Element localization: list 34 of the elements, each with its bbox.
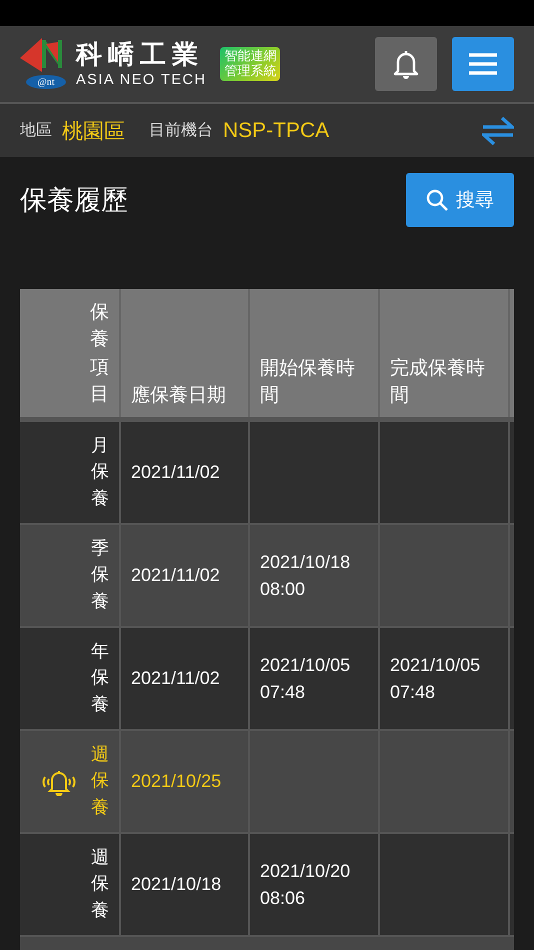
table-cell: 週保養: [20, 834, 121, 935]
table-cell: 2021/10/05 07:48: [250, 628, 380, 729]
system-badge: 智能連網 管理系統: [220, 47, 280, 81]
table-cell: 月保養: [20, 422, 121, 523]
table-cell: 2021/10/05 07:48: [380, 628, 510, 729]
machine-value: NSP-TPCA: [223, 118, 330, 142]
brand-name: 科嶠工業: [76, 40, 205, 70]
notification-button[interactable]: [375, 37, 437, 91]
menu-icon: [468, 52, 498, 76]
page-title: 保養履歷: [20, 184, 128, 218]
region-label: 地區: [20, 120, 52, 141]
menu-button[interactable]: [452, 37, 514, 91]
table-cell: 季保養: [20, 525, 121, 626]
column-header: 應保養日期: [121, 289, 250, 417]
search-icon: [426, 189, 448, 211]
region-value: 桃園區: [62, 118, 125, 144]
logo-mark: @nt: [26, 75, 66, 89]
table-cell: 2021/10/18 08:00: [250, 525, 380, 626]
table-cell: 2021/10/18: [121, 834, 250, 935]
table-cell: 2021/11/02: [121, 628, 250, 729]
table-cell: 2021/11/02: [121, 422, 250, 523]
column-header: 完成保養時間: [380, 289, 510, 417]
table-cell: 週保養: [20, 731, 121, 832]
table-cell: 2021/10/25: [121, 731, 250, 832]
bell-icon: [393, 49, 419, 79]
table-cell: 2021/10/20 08:06: [250, 834, 380, 935]
table-cell: 年保養: [20, 628, 121, 729]
machine-label: 目前機台: [149, 120, 213, 141]
column-header: 開始保養時間: [250, 289, 380, 417]
brand-subtitle: ASIA NEO TECH: [76, 72, 206, 88]
table-cell: 2021/11/02: [121, 525, 250, 626]
search-button[interactable]: 搜尋: [406, 173, 514, 227]
column-header: 保養項目: [20, 289, 121, 417]
switch-icon[interactable]: [482, 116, 514, 146]
